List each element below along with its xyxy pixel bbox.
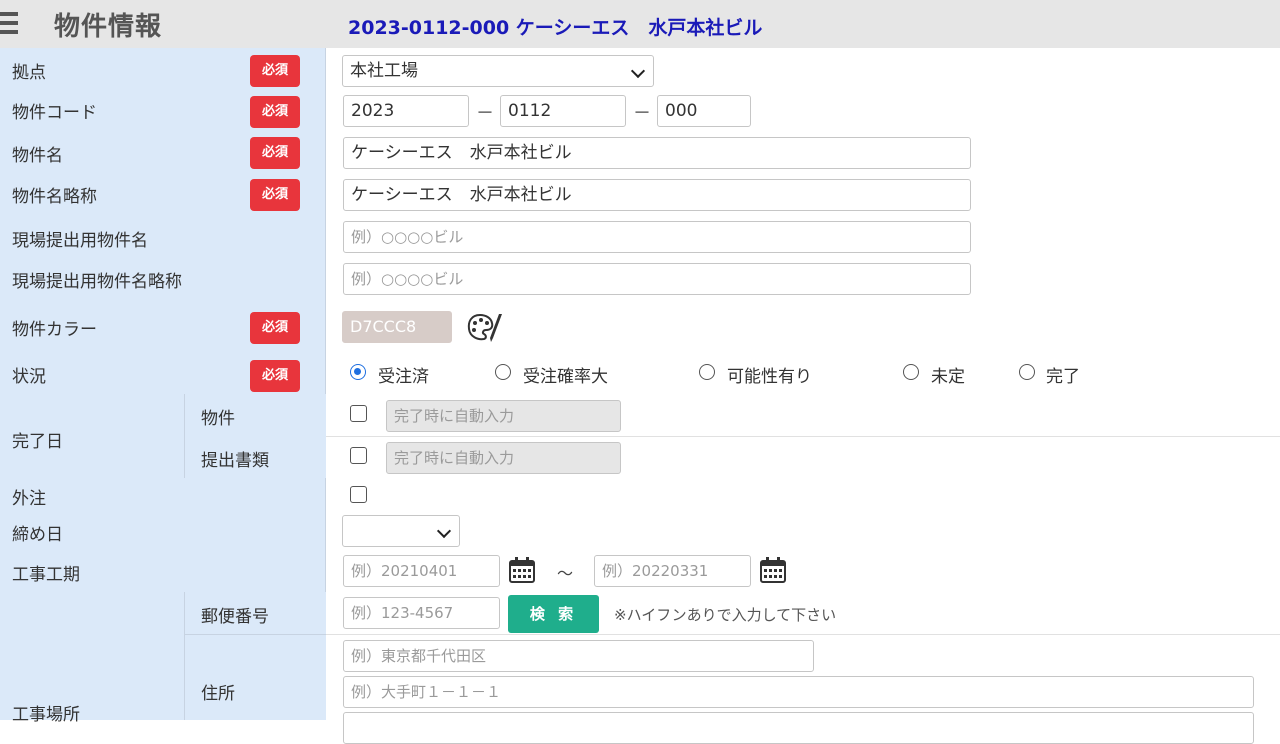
property-heading: 2023-0112-000 ケーシーエス 水戸本社ビル <box>348 17 763 39</box>
required-badge: 必須 <box>250 312 300 344</box>
short-name-label: 物件名略称 <box>12 187 97 207</box>
page-header: 物件情報 2023-0112-000 ケーシーエス 水戸本社ビル <box>0 0 1280 49</box>
color-input[interactable]: D7CCC8 <box>342 311 452 343</box>
row-completion: 完了日 物件 提出書類 完了時に自動入力 完了時に自動入力 <box>0 394 1280 479</box>
short-name-input[interactable]: ケーシーエス 水戸本社ビル <box>343 179 971 211</box>
code-separator: － <box>633 103 651 124</box>
code-part2-input[interactable]: 0112 <box>500 95 626 127</box>
status-radio-ordered[interactable] <box>350 364 366 380</box>
period-label: 工事工期 <box>12 565 80 585</box>
row-closing-day: 締め日 <box>0 512 1280 551</box>
row-short-name: 物件名略称 必須 ケーシーエス 水戸本社ビル <box>0 174 1280 217</box>
status-option-label: 可能性有り <box>727 367 812 387</box>
row-name: 物件名 必須 ケーシーエス 水戸本社ビル <box>0 132 1280 175</box>
address-label: 住所 <box>201 684 235 704</box>
row-color: 物件カラー 必須 D7CCC8 <box>0 300 1280 356</box>
outsourcing-checkbox[interactable] <box>350 486 367 503</box>
status-radio-undecided[interactable] <box>903 364 919 380</box>
code-part3-input[interactable]: 000 <box>657 95 751 127</box>
row-site-name: 現場提出用物件名 例）○○○○ビル <box>0 216 1280 259</box>
status-label: 状況 <box>12 367 46 387</box>
completion-documents-label: 提出書類 <box>201 451 269 471</box>
postal-label: 郵便番号 <box>201 607 269 627</box>
row-location: 工事場所 郵便番号 住所 例）123-4567 検 索 ※ハイフンありで入力して… <box>0 592 1280 744</box>
closing-day-select[interactable] <box>342 515 460 547</box>
site-name-label: 現場提出用物件名 <box>12 231 148 251</box>
status-radio-possible[interactable] <box>699 364 715 380</box>
status-option-label: 受注済 <box>378 367 429 387</box>
palette-icon[interactable] <box>466 312 506 344</box>
status-option-label: 未定 <box>931 367 965 387</box>
code-label: 物件コード <box>12 103 97 123</box>
page-title: 物件情報 <box>54 12 163 42</box>
chevron-down-icon <box>436 523 452 539</box>
name-input[interactable]: ケーシーエス 水戸本社ビル <box>343 137 971 169</box>
completion-documents-date: 完了時に自動入力 <box>386 442 621 474</box>
address1-input[interactable]: 例）東京都千代田区 <box>343 640 814 672</box>
period-end-input[interactable]: 例）20220331 <box>594 555 751 587</box>
row-period: 工事工期 例）20210401 ～ 例）20220331 <box>0 550 1280 593</box>
completion-documents-checkbox[interactable] <box>350 447 367 464</box>
postal-search-button[interactable]: 検 索 <box>508 595 599 633</box>
required-badge: 必須 <box>250 179 300 211</box>
required-badge: 必須 <box>250 137 300 169</box>
postal-hint: ※ハイフンありで入力して下さい <box>614 606 837 624</box>
row-base: 拠点 必須 本社工場 <box>0 48 1280 91</box>
site-short-name-input[interactable]: 例）○○○○ビル <box>343 263 971 295</box>
row-outsourcing: 外注 <box>0 478 1280 513</box>
period-start-input[interactable]: 例）20210401 <box>343 555 500 587</box>
closing-day-label: 締め日 <box>12 525 63 545</box>
row-site-short-name: 現場提出用物件名略称 例）○○○○ビル <box>0 258 1280 301</box>
calendar-icon[interactable] <box>759 556 787 584</box>
base-label: 拠点 <box>12 63 46 83</box>
menu-icon[interactable] <box>0 12 18 34</box>
site-name-input[interactable]: 例）○○○○ビル <box>343 221 971 253</box>
required-badge: 必須 <box>250 55 300 87</box>
postal-code-input[interactable]: 例）123-4567 <box>343 597 500 629</box>
location-label: 工事場所 <box>12 705 80 725</box>
calendar-icon[interactable] <box>508 556 536 584</box>
status-option-label: 完了 <box>1046 367 1080 387</box>
status-radio-complete[interactable] <box>1019 364 1035 380</box>
color-label: 物件カラー <box>12 320 97 340</box>
site-short-name-label: 現場提出用物件名略称 <box>12 272 182 292</box>
row-code: 物件コード 必須 2023 － 0112 － 000 <box>0 90 1280 133</box>
completion-property-checkbox[interactable] <box>350 405 367 422</box>
base-select[interactable]: 本社工場 <box>342 55 654 87</box>
completion-property-label: 物件 <box>201 409 235 429</box>
row-status: 状況 必須 受注済 受注確率大 可能性有り 未定 完了 <box>0 355 1280 395</box>
chevron-down-icon <box>630 63 646 79</box>
code-separator: － <box>476 103 494 124</box>
address2-input[interactable]: 例）大手町１－１－１ <box>343 676 1254 708</box>
completion-label: 完了日 <box>12 432 63 452</box>
name-label: 物件名 <box>12 146 63 166</box>
status-radio-likely[interactable] <box>495 364 511 380</box>
outsourcing-label: 外注 <box>12 489 46 509</box>
status-option-label: 受注確率大 <box>523 367 608 387</box>
required-badge: 必須 <box>250 96 300 128</box>
completion-property-date: 完了時に自動入力 <box>386 400 621 432</box>
period-tilde: ～ <box>557 564 574 583</box>
required-badge: 必須 <box>250 360 300 392</box>
address3-input[interactable] <box>343 712 1254 744</box>
code-part1-input[interactable]: 2023 <box>343 95 469 127</box>
